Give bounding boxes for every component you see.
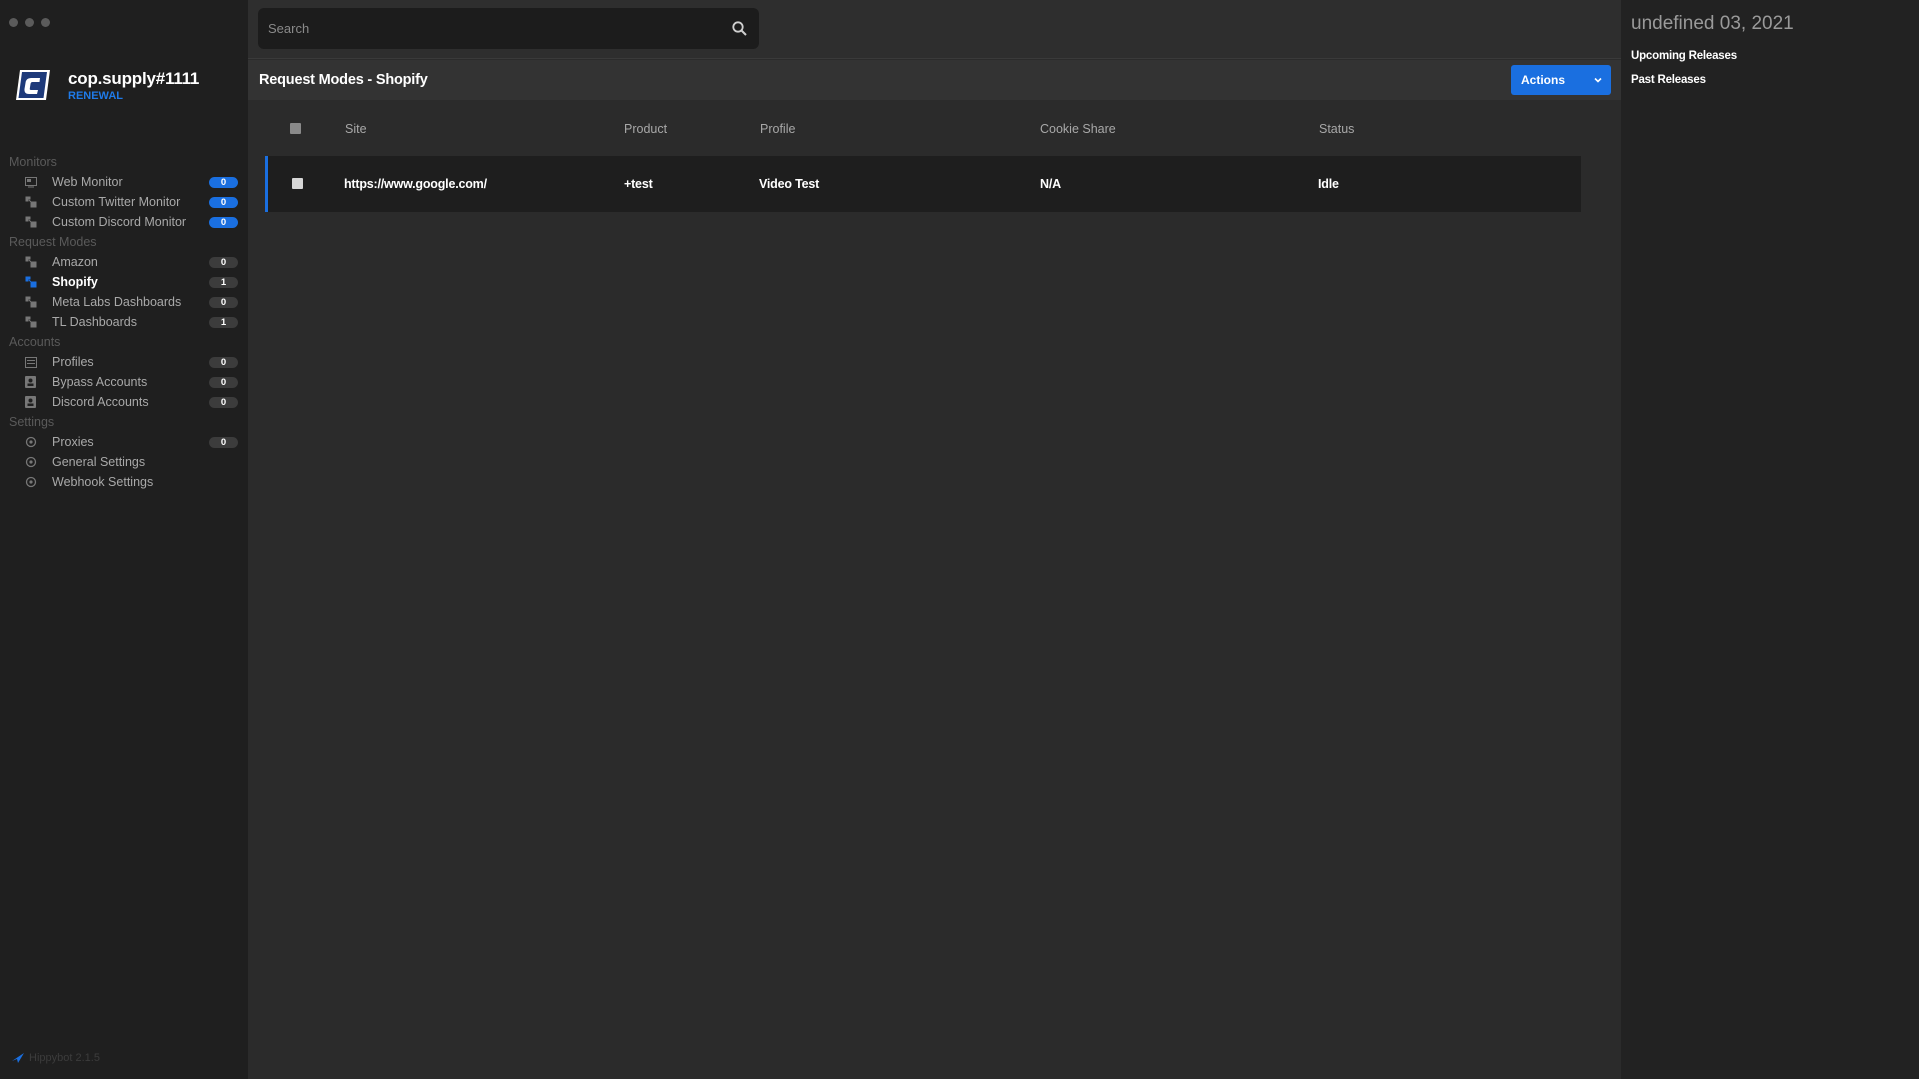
- sidebar-item-label: Web Monitor: [52, 175, 123, 189]
- page-title: Request Modes - Shopify: [259, 72, 428, 88]
- cell-product: +test: [624, 177, 653, 191]
- count-badge: 1: [209, 277, 238, 288]
- column-header-site: Site: [345, 122, 367, 136]
- column-header-cookie-share: Cookie Share: [1040, 122, 1116, 136]
- sidebar-item-label: Custom Discord Monitor: [52, 215, 187, 229]
- sidebar-item-label: Discord Accounts: [52, 395, 149, 409]
- releases-panel: undefined 03, 2021 Upcoming Releases Pas…: [1621, 0, 1919, 1079]
- sidebar-item-label: Proxies: [52, 435, 94, 449]
- count-badge: 0: [209, 257, 238, 268]
- sidebar-item-label: Profiles: [52, 355, 94, 369]
- minimize-window-button[interactable]: [25, 18, 34, 27]
- count-badge: 0: [209, 437, 238, 448]
- count-badge: 0: [209, 377, 238, 388]
- count-badge: 0: [209, 297, 238, 308]
- row-checkbox[interactable]: [292, 178, 303, 189]
- user-name: cop.supply#1111: [68, 68, 200, 88]
- gear-icon: [24, 456, 37, 469]
- count-badge: 1: [209, 317, 238, 328]
- section-monitors: Monitors: [9, 155, 57, 169]
- sidebar-item-proxies[interactable]: Proxies 0: [0, 432, 248, 452]
- account-icon: [24, 396, 37, 409]
- page-header: Request Modes - Shopify Actions: [248, 60, 1621, 100]
- count-badge: 0: [209, 177, 238, 188]
- main-content: Request Modes - Shopify Actions Site Pro…: [248, 0, 1621, 1079]
- gear-icon: [24, 436, 37, 449]
- sidebar-item-bypass-accounts[interactable]: Bypass Accounts 0: [0, 372, 248, 392]
- cell-cookie-share: N/A: [1040, 177, 1061, 191]
- app-logo-icon: [14, 66, 52, 104]
- account-icon: [24, 376, 37, 389]
- tasks-table: Site Product Profile Cookie Share Status…: [248, 100, 1621, 212]
- task-icon: [24, 256, 37, 269]
- table-row[interactable]: https://www.google.com/ +test Video Test…: [265, 156, 1581, 212]
- sidebar-item-profiles[interactable]: Profiles 0: [0, 352, 248, 372]
- sidebar-item-meta-labs-dashboards[interactable]: Meta Labs Dashboards 0: [0, 292, 248, 312]
- count-badge: 0: [209, 397, 238, 408]
- window-controls: [9, 18, 50, 27]
- search-icon[interactable]: [719, 8, 759, 49]
- past-releases-link[interactable]: Past Releases: [1631, 74, 1706, 86]
- actions-label: Actions: [1521, 73, 1566, 87]
- sidebar-item-label: Amazon: [52, 255, 98, 269]
- sidebar-item-label: Shopify: [52, 275, 98, 289]
- sidebar-item-label: Meta Labs Dashboards: [52, 295, 182, 309]
- task-icon: [24, 316, 37, 329]
- profile-card-icon: [24, 356, 37, 369]
- version-text: Hippybot 2.1.5: [29, 1052, 100, 1064]
- table-header: Site Product Profile Cookie Share Status: [248, 100, 1621, 156]
- close-window-button[interactable]: [9, 18, 18, 27]
- count-badge: 0: [209, 197, 238, 208]
- select-all-checkbox[interactable]: [290, 123, 301, 134]
- section-accounts: Accounts: [9, 335, 61, 349]
- sidebar-item-label: Custom Twitter Monitor: [52, 195, 181, 209]
- task-icon: [24, 196, 37, 209]
- cell-profile: Video Test: [759, 177, 820, 191]
- sidebar-item-label: General Settings: [52, 455, 146, 469]
- cell-site: https://www.google.com/: [344, 177, 487, 191]
- search-box: [258, 8, 759, 49]
- section-request-modes: Request Modes: [9, 235, 97, 249]
- sidebar-item-web-monitor[interactable]: Web Monitor 0: [0, 172, 248, 192]
- sidebar-item-amazon[interactable]: Amazon 0: [0, 252, 248, 272]
- task-icon: [24, 296, 37, 309]
- maximize-window-button[interactable]: [41, 18, 50, 27]
- user-header: cop.supply#1111 RENEWAL: [14, 66, 199, 104]
- task-icon: [24, 276, 37, 289]
- sidebar-item-label: TL Dashboards: [52, 315, 137, 329]
- column-header-profile: Profile: [760, 122, 796, 136]
- plane-icon: [12, 1053, 24, 1063]
- sidebar-item-webhook-settings[interactable]: Webhook Settings: [0, 472, 248, 492]
- upcoming-releases-link[interactable]: Upcoming Releases: [1631, 50, 1737, 62]
- search-input[interactable]: [258, 8, 719, 49]
- gear-icon: [24, 476, 37, 489]
- monitor-icon: [24, 176, 37, 189]
- sidebar-item-shopify[interactable]: Shopify 1: [0, 272, 248, 292]
- column-header-product: Product: [624, 122, 668, 136]
- sidebar: cop.supply#1111 RENEWAL Monitors Web Mon…: [0, 0, 248, 1079]
- sidebar-item-custom-twitter-monitor[interactable]: Custom Twitter Monitor 0: [0, 192, 248, 212]
- sidebar-item-tl-dashboards[interactable]: TL Dashboards 1: [0, 312, 248, 332]
- app-version: Hippybot 2.1.5: [12, 1052, 100, 1064]
- cell-status: Idle: [1318, 177, 1339, 191]
- sidebar-item-custom-discord-monitor[interactable]: Custom Discord Monitor 0: [0, 212, 248, 232]
- current-date: undefined 03, 2021: [1631, 13, 1794, 34]
- top-bar: [248, 0, 1621, 59]
- count-badge: 0: [209, 217, 238, 228]
- column-header-status: Status: [1319, 122, 1355, 136]
- actions-dropdown-button[interactable]: Actions: [1511, 65, 1611, 95]
- sidebar-nav: Monitors Web Monitor 0 Custom Twitter Mo…: [0, 152, 248, 492]
- task-icon: [24, 216, 37, 229]
- license-status: RENEWAL: [68, 89, 123, 102]
- chevron-down-icon: [1585, 65, 1611, 95]
- sidebar-item-general-settings[interactable]: General Settings: [0, 452, 248, 472]
- count-badge: 0: [209, 357, 238, 368]
- sidebar-item-discord-accounts[interactable]: Discord Accounts 0: [0, 392, 248, 412]
- sidebar-item-label: Bypass Accounts: [52, 375, 148, 389]
- sidebar-item-label: Webhook Settings: [52, 475, 154, 489]
- section-settings: Settings: [9, 415, 55, 429]
